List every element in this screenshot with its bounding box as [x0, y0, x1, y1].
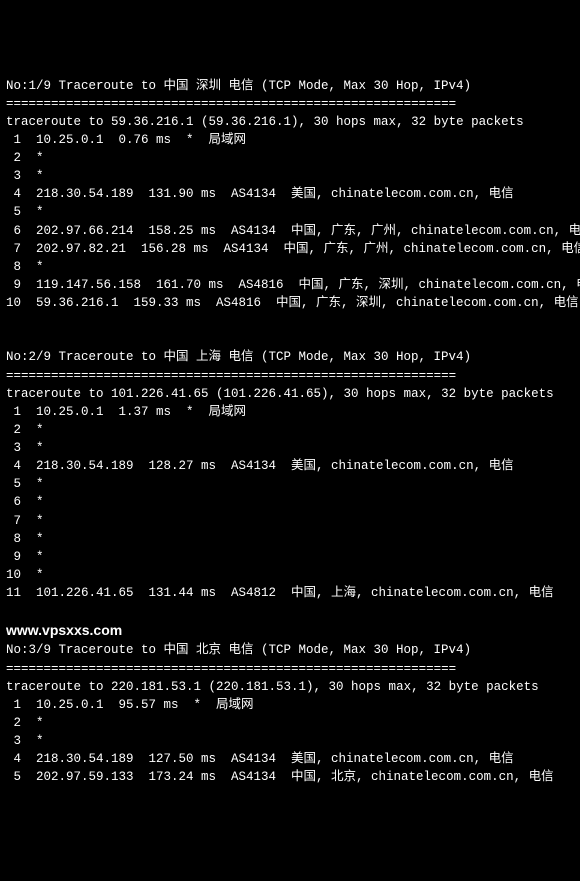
- terminal-output: No:1/9 Traceroute to 中国 深圳 电信 (TCP Mode,…: [6, 77, 574, 787]
- hop-line: 4 218.30.54.189 128.27 ms AS4134 美国, chi…: [6, 459, 514, 473]
- hop-line: 5 202.97.59.133 173.24 ms AS4134 中国, 北京,…: [6, 770, 554, 784]
- hop-line: 4 218.30.54.189 127.50 ms AS4134 美国, chi…: [6, 752, 514, 766]
- trace-header: No:2/9 Traceroute to 中国 上海 电信 (TCP Mode,…: [6, 350, 471, 364]
- hop-line: 3 *: [6, 441, 44, 455]
- hop-line: 4 218.30.54.189 131.90 ms AS4134 美国, chi…: [6, 187, 514, 201]
- trace-header: No:1/9 Traceroute to 中国 深圳 电信 (TCP Mode,…: [6, 79, 471, 93]
- watermark: www.vpsxxs.com: [6, 622, 122, 638]
- hop-line: 2 *: [6, 716, 44, 730]
- hop-line: 1 10.25.0.1 95.57 ms * 局域网: [6, 698, 254, 712]
- hop-line: 3 *: [6, 734, 44, 748]
- hop-line: 7 202.97.82.21 156.28 ms AS4134 中国, 广东, …: [6, 242, 580, 256]
- trace-info: traceroute to 220.181.53.1 (220.181.53.1…: [6, 680, 539, 694]
- hop-line: 10 59.36.216.1 159.33 ms AS4816 中国, 广东, …: [6, 296, 579, 310]
- hop-line: 6 202.97.66.214 158.25 ms AS4134 中国, 广东,…: [6, 224, 580, 238]
- trace-info: traceroute to 101.226.41.65 (101.226.41.…: [6, 387, 554, 401]
- trace-info: traceroute to 59.36.216.1 (59.36.216.1),…: [6, 115, 524, 129]
- hop-line: 9 *: [6, 550, 44, 564]
- hop-line: 9 119.147.56.158 161.70 ms AS4816 中国, 广东…: [6, 278, 580, 292]
- divider: ========================================…: [6, 369, 456, 383]
- hop-line: 7 *: [6, 514, 44, 528]
- divider: ========================================…: [6, 662, 456, 676]
- trace-header: No:3/9 Traceroute to 中国 北京 电信 (TCP Mode,…: [6, 643, 471, 657]
- hop-line: 10 *: [6, 568, 44, 582]
- divider: ========================================…: [6, 97, 456, 111]
- hop-line: 8 *: [6, 532, 44, 546]
- hop-line: 11 101.226.41.65 131.44 ms AS4812 中国, 上海…: [6, 586, 554, 600]
- hop-line: 3 *: [6, 169, 44, 183]
- hop-line: 6 *: [6, 495, 44, 509]
- hop-line: 1 10.25.0.1 1.37 ms * 局域网: [6, 405, 246, 419]
- hop-line: 1 10.25.0.1 0.76 ms * 局域网: [6, 133, 246, 147]
- hop-line: 2 *: [6, 151, 44, 165]
- hop-line: 8 *: [6, 260, 44, 274]
- hop-line: 2 *: [6, 423, 44, 437]
- hop-line: 5 *: [6, 205, 44, 219]
- hop-line: 5 *: [6, 477, 44, 491]
